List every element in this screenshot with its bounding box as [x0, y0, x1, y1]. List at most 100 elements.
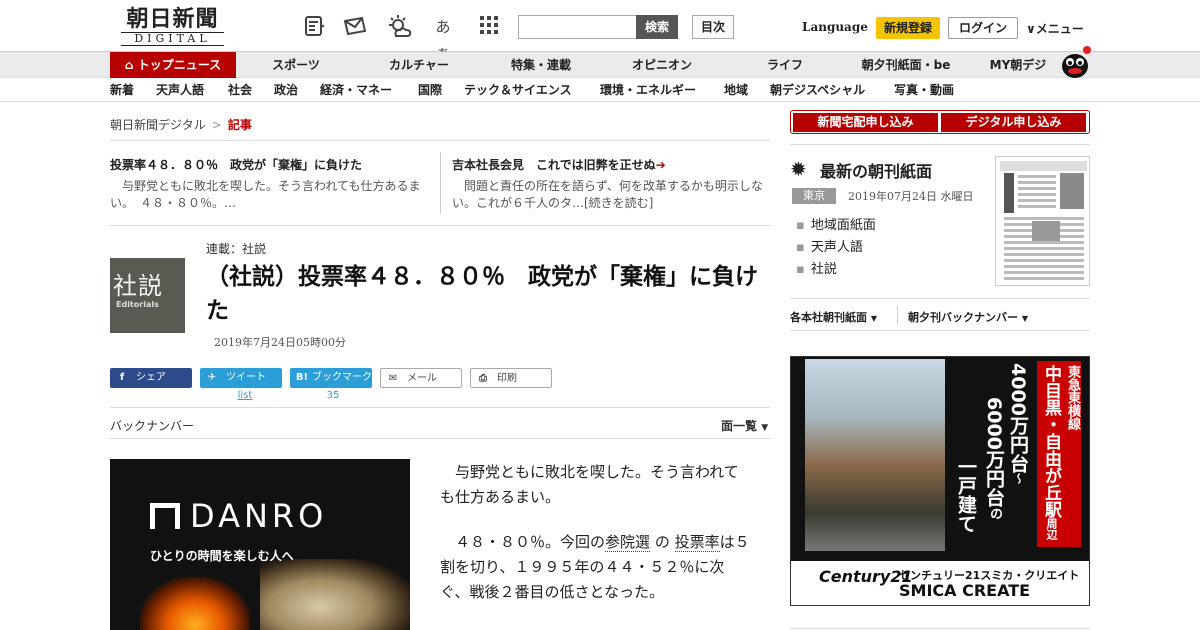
share-label: シェア	[136, 372, 166, 383]
link-tenseijingo[interactable]: ▪ 天声人語	[796, 236, 863, 255]
ad-price-high-text: 6000万円台	[983, 397, 1005, 507]
facebook-share-button[interactable]: f シェア	[110, 368, 192, 388]
link-label: 天声人語	[810, 240, 863, 255]
menu-label: メニュー	[1035, 22, 1084, 36]
breadcrumb-current: 記事	[227, 118, 252, 132]
ad-station-small: 周辺	[1045, 518, 1058, 540]
editorial-thumbnail: 社説 Editorials	[110, 258, 185, 333]
nav2-tenseijingo[interactable]: 天声人語	[156, 78, 204, 102]
nav2-international[interactable]: 国際	[418, 78, 442, 102]
mail-button[interactable]: ✉ メール	[380, 368, 462, 388]
nav2-politics[interactable]: 政治	[274, 78, 298, 102]
twitter-count[interactable]: list	[204, 390, 286, 401]
nav2-environment[interactable]: 環境・エネルギー	[600, 78, 696, 102]
login-button[interactable]: ログイン	[948, 17, 1018, 39]
article-paragraph-1: 与野党ともに敗北を喫した。そう言われても仕方あるまい。	[440, 463, 739, 506]
mokuji-button[interactable]: 目次	[692, 15, 734, 39]
breadcrumb-home[interactable]: 朝日新聞デジタル	[110, 118, 206, 132]
men-list-label: 面一覧	[721, 419, 758, 433]
divider	[897, 306, 898, 324]
menu-button[interactable]: ∨メニュー	[1026, 20, 1084, 37]
nav-life[interactable]: ライフ	[750, 52, 820, 78]
real-estate-advertisement[interactable]: 東急東横線 中目黒・自由が丘駅周辺 4000万円台〜 6000万円台の 一戸建て…	[790, 356, 1090, 606]
nav2-economy[interactable]: 経済・マネー	[320, 78, 392, 102]
text-span: ４８・８０％。今回の	[455, 533, 606, 551]
divider	[110, 407, 770, 408]
thumbnail-en: Editorials	[116, 300, 159, 309]
link-editorial[interactable]: ▪ 社説	[796, 258, 837, 277]
danro-logo-text: DANRO	[190, 497, 328, 535]
bullet-icon: ▪	[796, 262, 805, 277]
edition-dropdown[interactable]: 各本社朝刊紙面 ▼	[790, 309, 877, 325]
bookmark-label: ブックマーク	[312, 372, 372, 383]
thumbnail-kanji: 社説	[113, 272, 163, 300]
keyword-link[interactable]: 参院選	[605, 533, 651, 552]
danro-advertisement[interactable]: DANRO ひとりの時間を楽しむ人へ	[110, 459, 410, 630]
bullet-icon: ▪	[796, 240, 805, 255]
search-input[interactable]	[518, 15, 636, 39]
divider	[110, 438, 770, 439]
print-label: 印刷	[497, 373, 517, 384]
site-logo[interactable]: 朝日新聞 DIGITAL	[115, 6, 230, 48]
men-list-dropdown[interactable]: 面一覧 ▼	[721, 417, 768, 434]
font-size-icon[interactable]: あぁ	[430, 14, 456, 62]
danro-logo: DANRO	[150, 497, 327, 535]
divider	[790, 330, 1090, 331]
newspaper-subscribe-button[interactable]: 新聞宅配申し込み	[793, 113, 938, 132]
caret-down-icon: ▼	[870, 314, 877, 323]
nav2-new[interactable]: 新着	[110, 78, 134, 102]
house-photo	[805, 359, 945, 551]
breadcrumb-separator: >	[211, 118, 222, 132]
register-button[interactable]: 新規登録	[876, 17, 940, 39]
language-link[interactable]: Language	[802, 20, 868, 34]
arrow-right-icon: ➔	[655, 158, 666, 172]
nav-sports[interactable]: スポーツ	[256, 52, 336, 78]
related-title-1[interactable]: 投票率４８．８０％ 政党が「棄権」に負けた	[110, 156, 362, 173]
search-button[interactable]: 検索	[636, 15, 678, 39]
newspaper-front-page-thumbnail[interactable]	[995, 156, 1090, 286]
chevron-down-icon: ∨	[1026, 22, 1036, 36]
print-button[interactable]: ⎙ 印刷	[470, 368, 552, 388]
nav-paper-be[interactable]: 朝夕刊紙面・be	[856, 52, 956, 78]
danro-logo-mark-icon	[150, 503, 180, 529]
keyword-link[interactable]: 投票率	[674, 533, 720, 552]
backnumber-label[interactable]: バックナンバー	[110, 417, 194, 434]
dropdown-label: 朝夕刊バックナンバー	[908, 311, 1018, 324]
danro-tagline: ひとりの時間を楽しむ人へ	[150, 549, 294, 563]
hatena-count[interactable]: 35	[292, 390, 374, 401]
digital-subscribe-button[interactable]: デジタル申し込み	[941, 113, 1086, 132]
sun-icon: ✹	[790, 157, 807, 181]
hatena-bookmark-button[interactable]: B! ブックマーク	[290, 368, 372, 388]
caret-down-icon: ▼	[761, 423, 769, 433]
series-label[interactable]: 連載：社説	[206, 240, 266, 257]
mascot-icon[interactable]	[1058, 44, 1092, 78]
link-regional-page[interactable]: ▪ 地域面紙面	[796, 214, 876, 233]
nav-label: トップニュース	[137, 58, 222, 72]
nav-culture[interactable]: カルチャー	[376, 52, 462, 78]
weather-icon[interactable]	[386, 14, 412, 40]
latest-edition-title[interactable]: 最新の朝刊紙面	[820, 158, 932, 182]
nav-features[interactable]: 特集・連載	[496, 52, 586, 78]
related-title-2[interactable]: 吉本社長会見 これでは旧弊を正せぬ➔	[452, 156, 666, 173]
nav2-photo-video[interactable]: 写真・動画	[894, 78, 954, 102]
nav2-society[interactable]: 社会	[228, 78, 252, 102]
newspaper-icon[interactable]	[302, 14, 328, 40]
backnumber-dropdown[interactable]: 朝夕刊バックナンバー ▼	[908, 309, 1028, 325]
nav2-region[interactable]: 地域	[724, 78, 748, 102]
mail-news-icon[interactable]	[342, 14, 368, 40]
mail-icon: ✉	[388, 373, 398, 384]
book-image	[260, 559, 410, 630]
nav-opinion[interactable]: オピニオン	[620, 52, 704, 78]
nav2-special[interactable]: 朝デジスペシャル	[770, 78, 865, 102]
home-icon: ⌂	[124, 58, 134, 72]
ad-tilde: 〜	[1012, 472, 1025, 484]
secondary-nav: 新着 天声人語 社会 政治 経済・マネー 国際 テック＆サイエンス 環境・エネル…	[0, 78, 1200, 102]
ad-price-high: 6000万円台の	[981, 397, 1008, 520]
nav-top-news[interactable]: ⌂ トップニュース	[110, 52, 236, 78]
nav-my-asadigi[interactable]: MY朝デジ	[982, 52, 1054, 78]
twitter-icon: ✈	[207, 372, 217, 383]
twitter-tweet-button[interactable]: ✈ ツイート	[200, 368, 282, 388]
grid-menu-icon[interactable]	[476, 14, 502, 40]
nav2-tech[interactable]: テック＆サイエンス	[464, 78, 572, 102]
tweet-label: ツイート	[226, 372, 266, 383]
